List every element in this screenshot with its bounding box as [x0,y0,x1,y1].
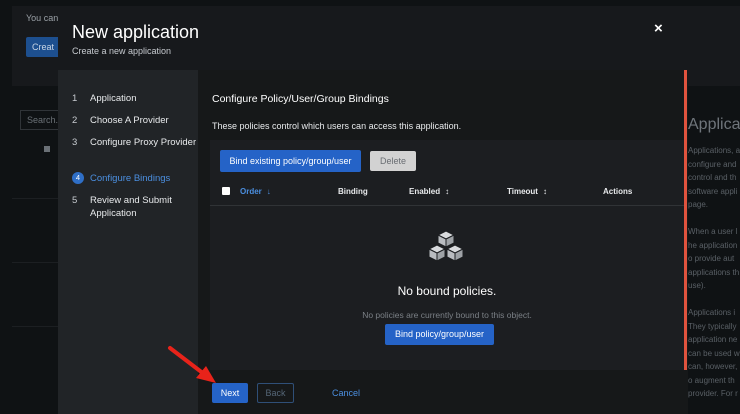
step-configure-bindings[interactable]: 4 Configure Bindings [72,172,200,185]
background-sidebar-line: can, however, [688,362,738,371]
step-number: 1 [72,93,78,104]
background-sidebar-line: software appli [688,186,738,196]
back-button: Back [257,383,294,403]
background-sidebar-line: configure and [688,159,737,169]
close-icon[interactable]: × [654,20,663,37]
column-actions: Actions [603,187,633,196]
background-checkbox [44,146,50,152]
background-sidebar-line: can be used w [688,348,740,358]
background-sidebar: Applicati Applications, a configure and co… [688,86,740,414]
step-choose-provider[interactable]: 2 Choose A Provider [72,114,200,127]
bind-policy-button[interactable]: Bind policy/group/user [385,324,494,345]
step-number: 2 [72,115,78,126]
background-sidebar-line: o augment th [688,375,735,385]
background-sidebar-line: application ne [688,335,738,344]
cubes-icon [428,230,464,262]
step-label: Choose A Provider [90,115,169,126]
step-number-current-badge: 4 [72,172,84,184]
background-sidebar-line: Applications, a [688,146,740,155]
background-search-input: Search... [20,110,63,130]
background-sidebar-line: control and th [688,173,737,182]
bind-existing-button[interactable]: Bind existing policy/group/user [220,150,361,172]
background-sidebar-line: Applications i [688,308,736,317]
column-order[interactable]: Order ↓ [240,187,271,196]
background-sidebar-line [688,293,740,307]
modal-subtitle: Create a new application [72,46,172,56]
sort-icon: ↓ [266,187,271,196]
column-enabled-label: Enabled [409,187,441,196]
step-number: 5 [72,195,78,206]
background-divider [12,262,58,263]
background-sidebar-line [688,212,740,226]
cancel-button[interactable]: Cancel [332,388,360,398]
empty-state-body: No policies are currently bound to this … [362,310,532,320]
section-title: Configure Policy/User/Group Bindings [212,93,389,105]
background-sidebar-line: applications th [688,267,740,277]
column-binding: Binding [338,187,368,196]
column-order-label: Order [240,187,262,196]
scroll-indicator[interactable] [684,70,687,370]
step-configure-proxy-provider[interactable]: 3 Configure Proxy Provider [72,136,200,149]
table-header: Order ↓ Binding Enabled ↕ Timeout ↕ Actions [210,178,684,206]
background-sidebar-line: page. [688,200,709,209]
annotation-arrow-icon [168,346,216,383]
background-sidebar-text: Applications, a configure and control and … [688,144,740,401]
modal-header: New application Create a new application… [58,6,688,70]
step-label: Review and Submit Application [90,195,172,219]
delete-button: Delete [370,151,416,171]
sort-icon: ↕ [445,187,450,196]
background-sidebar-line: use). [688,281,706,290]
column-timeout-label: Timeout [507,187,538,196]
background-sidebar-line: When a user l [688,227,738,236]
background-sidebar-heading: Applicati [688,116,740,133]
sort-icon: ↕ [542,187,547,196]
column-enabled[interactable]: Enabled ↕ [409,187,449,196]
step-label: Application [90,93,137,104]
background-divider [12,326,58,327]
select-all-checkbox[interactable] [222,187,230,195]
step-label: Configure Bindings [90,173,171,184]
column-timeout[interactable]: Timeout ↕ [507,187,547,196]
background-sidebar-line: he application [688,240,738,250]
step-review-submit[interactable]: 5 Review and Submit Application [72,194,200,220]
background-create-button: Creat [26,37,62,57]
step-application[interactable]: 1 Application [72,92,200,105]
wizard-content: Configure Policy/User/Group Bindings The… [198,70,688,414]
background-sidebar-line: provider. For r [688,389,738,398]
step-number: 3 [72,137,78,148]
section-description: These policies control which users can a… [212,121,462,131]
new-application-modal: New application Create a new application… [58,6,688,414]
background-notice: You can [26,13,59,23]
background-divider [12,198,58,199]
bindings-panel: Bind existing policy/group/user Delete O… [210,140,684,370]
empty-state-title: No bound policies. [397,284,497,298]
background-sidebar-line: They typically [688,321,737,331]
step-label: Configure Proxy Provider [90,137,197,148]
wizard-footer: Next Back Cancel [198,370,688,414]
background-sidebar-line: o provide aut [688,254,735,263]
modal-title: New application [72,22,200,42]
